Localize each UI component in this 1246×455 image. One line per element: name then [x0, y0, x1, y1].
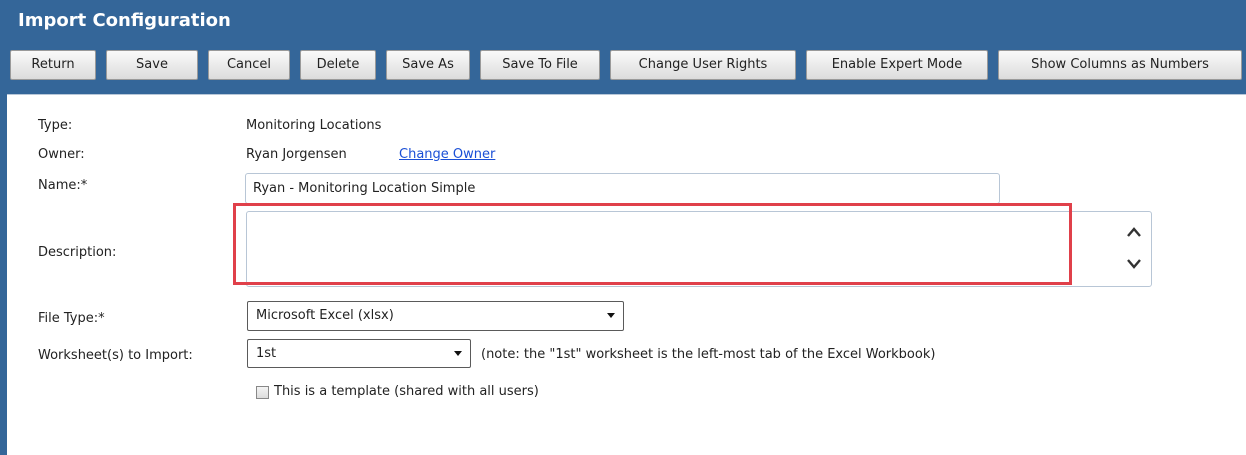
type-value: Monitoring Locations: [246, 118, 382, 133]
show-columns-as-numbers-button[interactable]: Show Columns as Numbers: [998, 50, 1242, 80]
file-type-label: File Type:*: [38, 311, 105, 326]
import-configuration-window: Import Configuration Return Save Cancel …: [0, 0, 1246, 455]
worksheet-label: Worksheet(s) to Import:: [38, 348, 193, 363]
cancel-button[interactable]: Cancel: [208, 50, 290, 80]
file-type-selected-value: Microsoft Excel (xlsx): [256, 308, 394, 323]
scroll-down-icon[interactable]: [1126, 257, 1142, 271]
change-owner-link[interactable]: Change Owner: [399, 147, 495, 162]
worksheet-note: (note: the "1st" worksheet is the left-m…: [481, 347, 936, 362]
highlight-box: [233, 203, 1072, 285]
template-checkbox-label[interactable]: This is a template (shared with all user…: [274, 384, 539, 399]
worksheet-selected-value: 1st: [256, 346, 277, 361]
chevron-down-icon: [607, 313, 615, 318]
name-label: Name:*: [38, 178, 88, 193]
worksheet-select[interactable]: 1st: [247, 339, 471, 368]
window-title: Import Configuration: [18, 10, 231, 31]
delete-button[interactable]: Delete: [300, 50, 376, 80]
scroll-up-icon[interactable]: [1126, 225, 1142, 239]
save-as-button[interactable]: Save As: [386, 50, 470, 80]
return-button[interactable]: Return: [10, 50, 96, 80]
change-user-rights-button[interactable]: Change User Rights: [610, 50, 796, 80]
chevron-down-icon: [454, 351, 462, 356]
owner-value: Ryan Jorgensen: [246, 147, 347, 162]
enable-expert-mode-button[interactable]: Enable Expert Mode: [806, 50, 988, 80]
description-label: Description:: [38, 245, 117, 260]
template-checkbox[interactable]: [256, 386, 269, 399]
name-input[interactable]: Ryan - Monitoring Location Simple: [245, 173, 1000, 204]
file-type-select[interactable]: Microsoft Excel (xlsx): [247, 301, 624, 331]
type-label: Type:: [38, 118, 73, 133]
owner-label: Owner:: [38, 147, 85, 162]
save-to-file-button[interactable]: Save To File: [480, 50, 600, 80]
save-button[interactable]: Save: [106, 50, 198, 80]
